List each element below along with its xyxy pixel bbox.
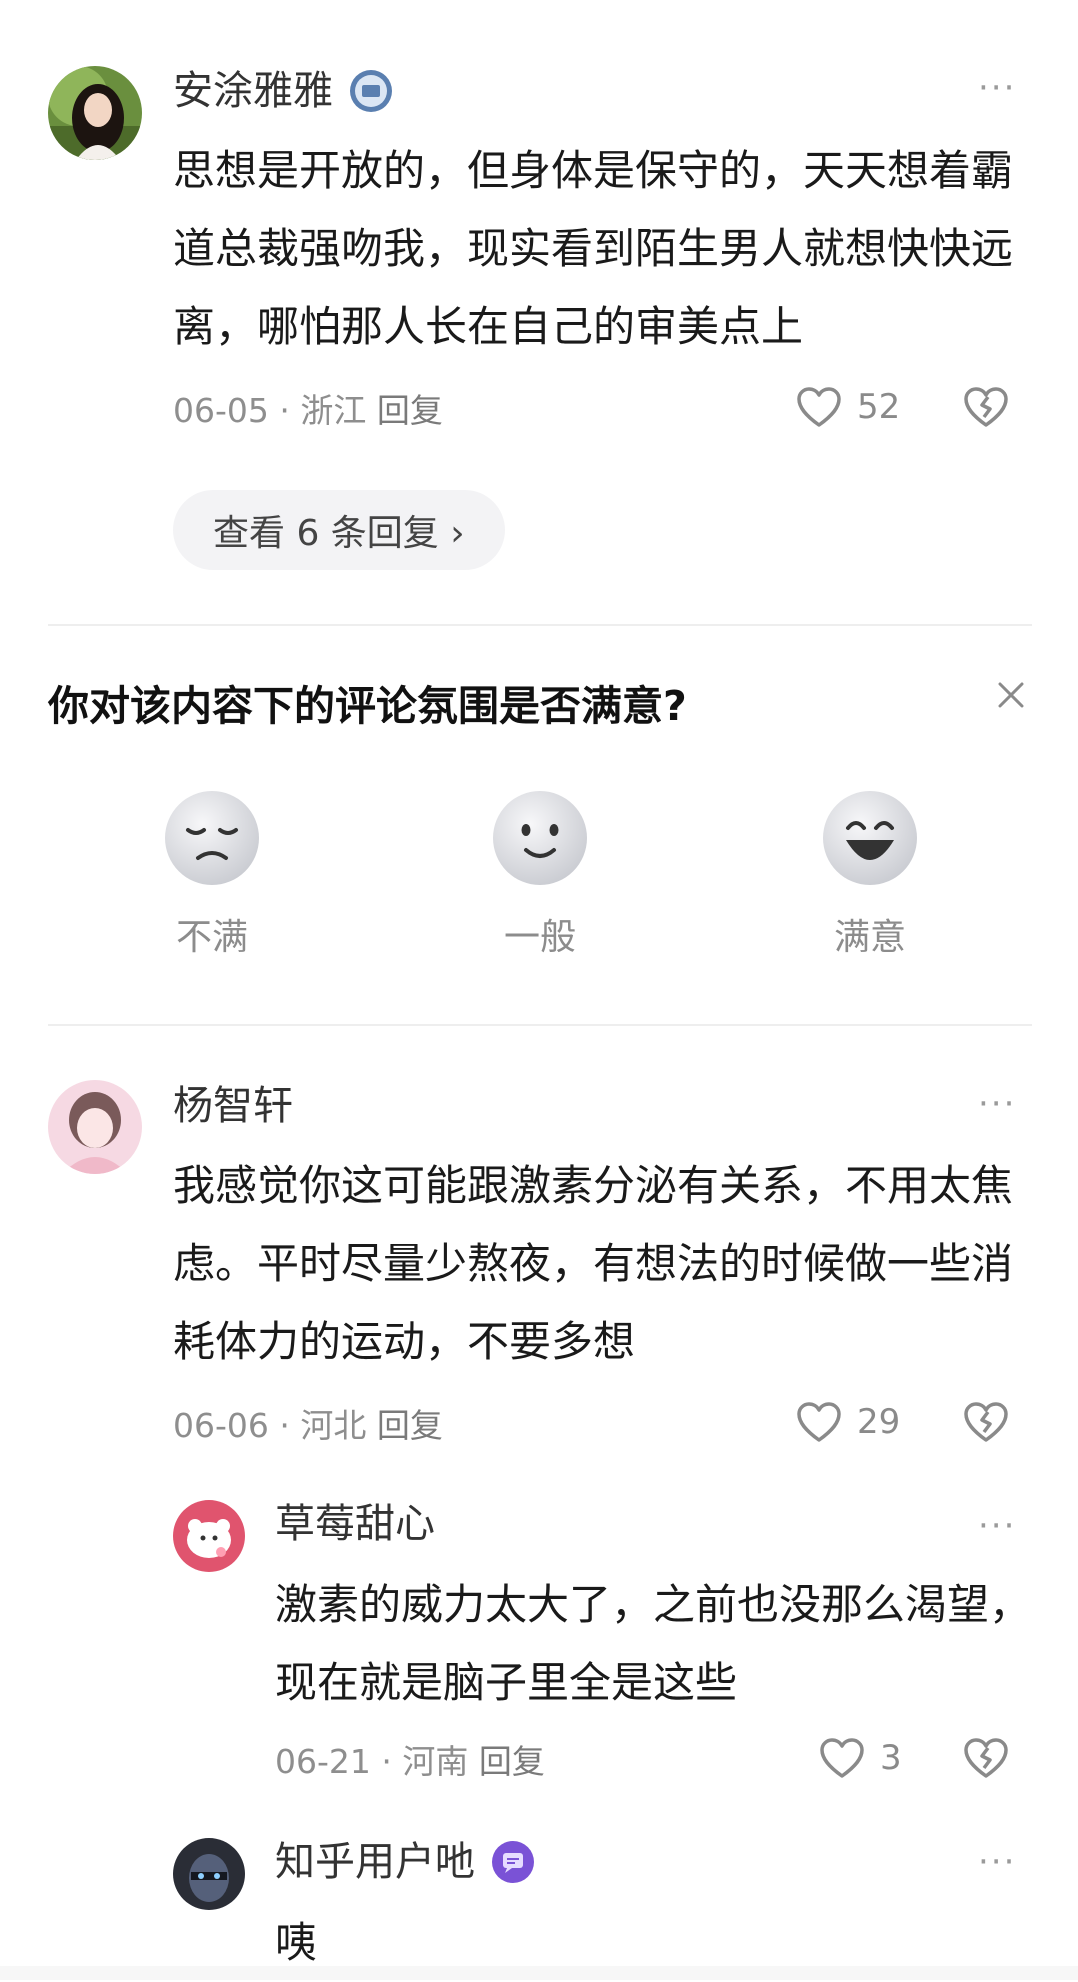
comment-meta: 06-21 · 河南 回复: [275, 1742, 545, 1782]
comment-date: 06-21: [275, 1742, 371, 1781]
dislike-button[interactable]: [962, 385, 1010, 433]
dislike-button[interactable]: [962, 1400, 1010, 1448]
neutral-face-icon: [492, 790, 588, 886]
survey-option-label: 满意: [833, 917, 906, 958]
avatar[interactable]: [48, 1080, 142, 1174]
close-icon[interactable]: [996, 680, 1026, 714]
reply-button[interactable]: 回复: [479, 1742, 545, 1781]
survey-option-unsatisfied[interactable]: 不满: [112, 790, 312, 960]
username[interactable]: 知乎用户吔: [275, 1838, 535, 1886]
survey-option-label: 一般: [503, 917, 576, 958]
username-text[interactable]: 安涂雅雅: [173, 67, 333, 115]
comment-text: 我感觉你这可能跟激素分泌有关系，不用太焦虑。平时尽量少熬夜，有想法的时候做一些消…: [173, 1161, 1014, 1366]
meta-separator: ·: [381, 1742, 392, 1781]
comment-location: 河南: [402, 1742, 469, 1781]
bottom-edge: [0, 1966, 1078, 1980]
heart-icon: [797, 387, 841, 427]
unhappy-face-icon: [164, 790, 260, 886]
username[interactable]: 杨智轩: [173, 1082, 293, 1130]
heart-icon: [820, 1738, 864, 1778]
broken-heart-icon: [964, 1402, 1008, 1442]
survey-option-satisfied[interactable]: 满意: [770, 790, 970, 960]
like-button[interactable]: 3: [818, 1736, 902, 1780]
more-options-icon[interactable]: ···: [978, 1506, 1016, 1546]
username-text[interactable]: 知乎用户吔: [275, 1838, 475, 1886]
meta-separator: ·: [279, 1406, 290, 1445]
survey-option-label: 不满: [175, 917, 248, 958]
comment-location: 浙江: [300, 391, 367, 430]
like-count: 52: [857, 387, 901, 427]
heart-icon: [797, 1402, 841, 1442]
medal-badge-icon: [349, 69, 393, 113]
view-replies-button[interactable]: 查看 6 条回复 ›: [173, 490, 505, 570]
comment-date: 06-06: [173, 1406, 269, 1445]
like-count: 3: [880, 1738, 902, 1778]
comment-meta: 06-06 · 河北 回复: [173, 1406, 443, 1446]
comment-badge-icon: [491, 1840, 535, 1884]
comment-text: 激素的威力太大了，之前也没那么渴望，现在就是脑子里全是这些: [275, 1580, 1032, 1707]
like-button[interactable]: 52: [795, 385, 900, 429]
comment-location: 河北: [300, 1406, 367, 1445]
more-options-icon[interactable]: ···: [978, 1842, 1016, 1882]
broken-heart-icon: [964, 387, 1008, 427]
comment-text: 思想是开放的，但身体是保守的，天天想着霸道总裁强吻我，现实看到陌生男人就想快快远…: [173, 146, 1014, 351]
avatar[interactable]: [173, 1838, 245, 1910]
more-options-icon[interactable]: ···: [978, 1084, 1016, 1124]
more-options-icon[interactable]: ···: [978, 68, 1016, 108]
like-button[interactable]: 29: [795, 1400, 900, 1444]
survey-title: 你对该内容下的评论氛围是否满意?: [48, 682, 687, 730]
happy-face-icon: [822, 790, 918, 886]
divider: [48, 1024, 1032, 1026]
avatar[interactable]: [173, 1500, 245, 1572]
comment-date: 06-05: [173, 391, 269, 430]
username[interactable]: 草莓甜心: [275, 1500, 435, 1548]
divider: [48, 624, 1032, 626]
username[interactable]: 安涂雅雅: [173, 67, 393, 115]
broken-heart-icon: [964, 1738, 1008, 1778]
reply-button[interactable]: 回复: [377, 1406, 443, 1445]
like-count: 29: [857, 1402, 901, 1442]
dislike-button[interactable]: [962, 1736, 1010, 1784]
survey-option-neutral[interactable]: 一般: [440, 790, 640, 960]
avatar[interactable]: [48, 66, 142, 160]
reply-button[interactable]: 回复: [377, 391, 443, 430]
comment-meta: 06-05 · 浙江 回复: [173, 391, 443, 431]
meta-separator: ·: [279, 391, 290, 430]
